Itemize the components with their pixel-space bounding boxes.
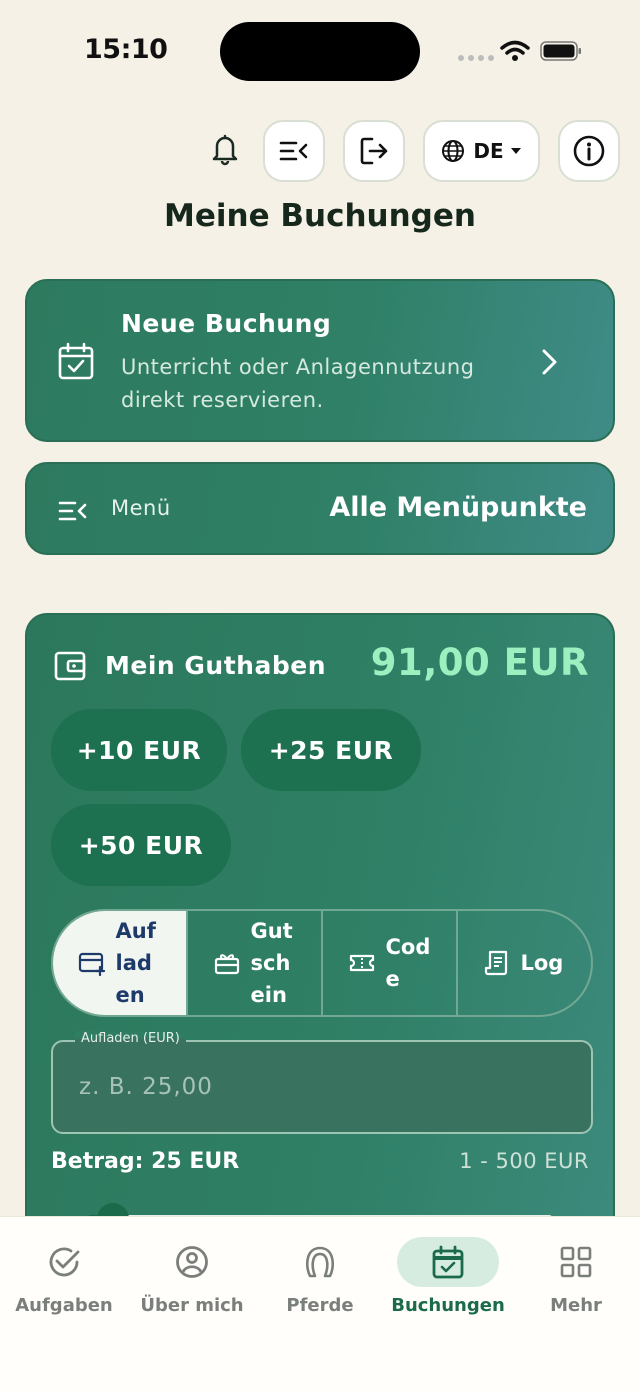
menu-collapse-icon	[58, 501, 87, 521]
info-icon	[573, 135, 605, 167]
wallet-title: Mein Guthaben	[105, 651, 326, 680]
tab-log[interactable]: Log	[456, 911, 591, 1015]
battery-icon	[540, 41, 581, 61]
globe-icon	[442, 140, 465, 162]
nav-mehr-label: Mehr	[550, 1295, 602, 1316]
logout-icon	[360, 137, 388, 165]
wallet-card: Mein Guthaben 91,00 EUR +10 EUR +25 EUR …	[25, 613, 615, 1233]
quick-amount-25-button[interactable]: +25 EUR	[241, 709, 421, 791]
info-button[interactable]	[558, 120, 620, 182]
language-label: DE	[473, 139, 504, 163]
menu-toggle-button[interactable]	[263, 120, 325, 182]
check-circle-icon	[49, 1247, 80, 1277]
page-title: Meine Buchungen	[164, 198, 476, 234]
menu-card[interactable]: Menü Alle Menüpunkte	[25, 462, 615, 555]
tab-code-label: Code	[385, 935, 431, 991]
tab-gutschein[interactable]: Gutschein	[186, 911, 321, 1015]
gift-card-icon	[214, 954, 239, 975]
amount-text: Betrag: 25 EUR	[51, 1149, 240, 1174]
status-time: 15:10	[84, 34, 168, 65]
nav-buchungen[interactable]: Buchungen	[384, 1217, 512, 1327]
receipt-icon	[484, 950, 507, 976]
wallet-balance: 91,00 EUR	[370, 641, 589, 684]
nav-buchungen-label: Buchungen	[391, 1295, 505, 1316]
tab-aufladen-label: Aufladen	[115, 919, 156, 1007]
amount-range: 1 - 500 EUR	[459, 1149, 589, 1173]
chevron-right-icon	[542, 349, 557, 375]
menu-label: Menü	[111, 496, 171, 520]
bell-icon[interactable]	[208, 130, 242, 166]
quick-amount-50-button[interactable]: +50 EUR	[51, 804, 231, 886]
nav-aufgaben-label: Aufgaben	[15, 1295, 113, 1316]
grid-icon	[560, 1246, 592, 1278]
wallet-icon	[54, 651, 86, 681]
chevron-down-icon	[510, 148, 521, 154]
nav-mehr[interactable]: Mehr	[512, 1217, 640, 1327]
new-booking-card[interactable]: Neue Buchung Unterricht oder Anlagennutz…	[25, 279, 615, 442]
tab-log-label: Log	[520, 951, 564, 975]
nav-ueber-mich[interactable]: Über mich	[128, 1217, 256, 1327]
language-select[interactable]: DE	[423, 120, 540, 182]
wallet-tabs: Aufladen Gutschein Code Log	[51, 909, 593, 1017]
tab-code[interactable]: Code	[321, 911, 456, 1015]
ticket-icon	[349, 954, 374, 972]
new-booking-title: Neue Buchung	[121, 309, 332, 338]
nav-pferde[interactable]: Pferde	[256, 1217, 384, 1327]
nav-pferde-label: Pferde	[286, 1295, 354, 1316]
user-circle-icon	[176, 1246, 208, 1278]
tab-gutschein-label: Gutschein	[250, 919, 293, 1007]
logout-button[interactable]	[343, 120, 405, 182]
new-booking-description: Unterricht oder Anlagennutzung direkt re…	[121, 355, 475, 412]
signal-icon	[458, 55, 494, 61]
topup-amount-input[interactable]	[53, 1042, 591, 1132]
nav-aufgaben[interactable]: Aufgaben	[0, 1217, 128, 1327]
quick-amount-10-button[interactable]: +10 EUR	[51, 709, 227, 791]
calendar-check-icon	[58, 342, 94, 380]
dynamic-island	[220, 22, 420, 81]
all-menu-items-link[interactable]: Alle Menüpunkte	[329, 492, 587, 523]
wifi-icon	[500, 40, 530, 61]
topup-amount-field: Aufladen (EUR)	[51, 1031, 593, 1134]
card-plus-icon	[78, 952, 105, 976]
horseshoe-icon	[305, 1246, 335, 1278]
menu-collapse-icon	[279, 141, 308, 161]
tab-aufladen[interactable]: Aufladen	[53, 911, 186, 1015]
calendar-check-icon	[432, 1245, 464, 1279]
bottom-nav: Aufgaben Über mich Pferde Buchungen Mehr	[0, 1216, 640, 1392]
nav-ueber-mich-label: Über mich	[140, 1295, 244, 1316]
